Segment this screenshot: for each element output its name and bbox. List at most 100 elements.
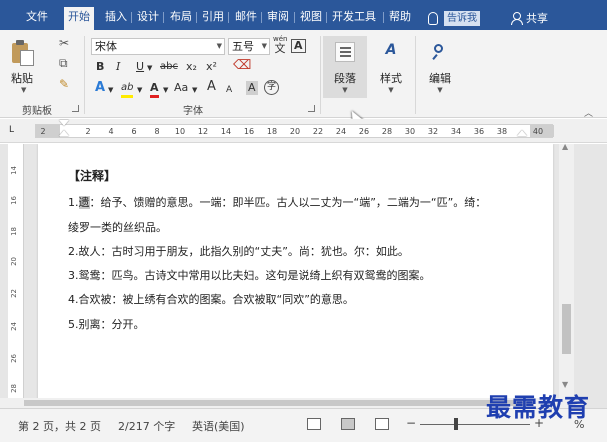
page-count[interactable]: 第 2 页，共 2 页 <box>18 418 101 434</box>
print-layout-icon[interactable] <box>341 418 355 430</box>
tab-home[interactable]: 开始 <box>64 7 94 30</box>
phonetic-guide-button[interactable]: wén 文 <box>273 35 287 54</box>
chevron-down-icon[interactable]: ▼ <box>137 83 142 97</box>
tab-review[interactable]: 审阅 <box>263 7 293 29</box>
superscript-button[interactable]: x² <box>206 60 217 74</box>
underline-button[interactable]: U <box>136 60 144 74</box>
chevron-down-icon[interactable]: ▼ <box>108 83 113 97</box>
ribbon-tab-bar: 文件 开始 插入 设计 布局 引用 邮件 审阅 视图 开发工具 帮助 告诉我 共… <box>0 0 607 30</box>
scroll-thumb[interactable] <box>24 400 534 406</box>
document-page[interactable]: 【注释】 1.遗：给予、馈赠的意思。一端：即半匹。古人以二丈为一“端”，二端为一… <box>38 144 553 408</box>
note-number: 5. <box>68 318 79 331</box>
ribbon-home: 粘贴 ▼ ✂ ⧉ ✎ 剪贴板 宋体 ▼ 五号 ▼ wén 文 A B I U ▼… <box>0 30 607 126</box>
scroll-thumb[interactable] <box>562 304 571 354</box>
subscript-button[interactable]: x₂ <box>186 60 197 74</box>
tab-separator <box>261 12 262 23</box>
web-layout-icon[interactable] <box>375 418 389 430</box>
tab-file[interactable]: 文件 <box>22 7 52 29</box>
paste-label: 粘贴 <box>11 72 33 85</box>
styles-label: 样式 <box>380 72 402 85</box>
ruler-tick-label: 2 <box>85 127 91 136</box>
chevron-down-icon[interactable]: ▼ <box>163 83 168 97</box>
enclose-characters-button[interactable]: 字 <box>264 80 279 95</box>
note-line: 1.遗：给予、馈赠的意思。一端：即半匹。古人以二丈为一“端”，二端为一“匹”。绮… <box>68 196 486 210</box>
read-mode-icon[interactable] <box>307 418 321 430</box>
search-icon <box>430 42 450 62</box>
ruler-tick-label: 28 <box>381 127 393 136</box>
tab-insert[interactable]: 插入 <box>101 7 131 29</box>
word-count[interactable]: 2/217 个字 <box>118 418 175 434</box>
hanging-indent-marker[interactable] <box>59 130 69 136</box>
note-number: 2. <box>68 245 79 258</box>
font-launcher-icon[interactable] <box>308 105 315 112</box>
right-indent-marker[interactable] <box>517 130 527 136</box>
change-case-button[interactable]: Aa <box>174 81 188 95</box>
zoom-out-icon[interactable]: − <box>406 416 416 430</box>
character-shading-button[interactable]: A <box>246 81 258 95</box>
vruler-label: 28 <box>10 384 18 393</box>
editing-button[interactable]: 编辑 ▼ <box>418 36 462 98</box>
first-line-indent-marker[interactable] <box>59 120 69 126</box>
lightbulb-icon <box>428 11 438 25</box>
tell-me-search[interactable]: 告诉我 <box>428 8 480 28</box>
chevron-down-icon[interactable]: ▼ <box>192 83 197 97</box>
ruler-tick-label: 32 <box>427 127 439 136</box>
tab-references[interactable]: 引用 <box>198 7 228 29</box>
tab-separator <box>326 12 327 23</box>
note-number: 3. <box>68 269 79 282</box>
tab-view[interactable]: 视图 <box>296 7 326 29</box>
language-indicator[interactable]: 英语(美国) <box>192 418 245 434</box>
grow-font-button[interactable]: A <box>207 80 216 94</box>
vertical-scrollbar[interactable]: ▲ ▼ <box>559 144 574 408</box>
zoom-slider[interactable] <box>420 424 530 425</box>
clear-formatting-icon[interactable]: ⌫ <box>233 59 251 73</box>
ruler-tick-label: 18 <box>266 127 278 136</box>
note-text: 鸳鸯：匹鸟。古诗文中常用以比夫妇。这句是说绮上织有双鸳鸯的图案。 <box>78 269 431 282</box>
tab-mailings[interactable]: 邮件 <box>231 7 261 29</box>
horizontal-ruler[interactable]: L 2 2 4 6 8 10 12 14 16 18 20 22 24 26 2… <box>0 119 607 143</box>
paragraph-button[interactable]: 段落 ▼ <box>323 36 367 98</box>
font-size-value: 五号 <box>232 40 254 53</box>
tab-help[interactable]: 帮助 <box>385 7 415 29</box>
font-name-combo[interactable]: 宋体 ▼ <box>91 38 225 55</box>
zoom-slider-knob[interactable] <box>454 418 458 430</box>
chevron-down-icon[interactable]: ▼ <box>147 61 152 75</box>
ruler-tick-label: 14 <box>220 127 232 136</box>
note-number: 4. <box>68 293 79 306</box>
vruler-label: 16 <box>10 196 18 205</box>
clipboard-launcher-icon[interactable] <box>72 105 79 112</box>
tab-selector-icon[interactable]: L <box>9 125 14 135</box>
tab-separator <box>131 12 132 23</box>
character-border-button[interactable]: A <box>291 39 306 53</box>
copy-icon[interactable]: ⧉ <box>59 56 68 70</box>
ruler-tick-label: 20 <box>289 127 301 136</box>
tab-developer[interactable]: 开发工具 <box>328 7 380 29</box>
paste-button[interactable] <box>9 38 39 68</box>
cut-icon[interactable]: ✂ <box>59 36 69 50</box>
collapse-ribbon-icon[interactable]: ︿ <box>584 106 593 119</box>
horizontal-scrollbar[interactable] <box>0 398 559 408</box>
format-painter-icon[interactable]: ✎ <box>59 77 69 91</box>
text-highlight-button[interactable]: ab <box>121 81 134 98</box>
note-number: 1. <box>68 196 79 209</box>
strikethrough-button[interactable]: abc <box>160 60 178 74</box>
text-effects-button[interactable]: A <box>95 81 105 95</box>
share-button[interactable]: 共享 <box>510 8 548 28</box>
chevron-down-icon: ▼ <box>342 86 348 94</box>
scroll-up-icon[interactable]: ▲ <box>562 144 568 151</box>
vruler-label: 18 <box>10 227 18 236</box>
tab-layout[interactable]: 布局 <box>166 7 196 29</box>
styles-button[interactable]: A 样式 ▼ <box>369 36 413 98</box>
vertical-ruler[interactable]: 14 16 18 20 22 24 26 28 <box>8 144 24 404</box>
ruler-tick-label: 36 <box>473 127 485 136</box>
font-size-combo[interactable]: 五号 ▼ <box>228 38 270 55</box>
tab-design[interactable]: 设计 <box>133 7 163 29</box>
italic-button[interactable]: I <box>116 60 120 74</box>
ruler-tick-label: 24 <box>335 127 347 136</box>
paste-dropdown-icon[interactable]: ▼ <box>21 86 26 94</box>
chevron-down-icon: ▼ <box>437 86 443 94</box>
bold-button[interactable]: B <box>96 60 104 74</box>
notes-heading: 【注释】 <box>68 169 117 183</box>
shrink-font-button[interactable]: A <box>226 83 232 97</box>
font-color-button[interactable]: A <box>150 81 159 98</box>
